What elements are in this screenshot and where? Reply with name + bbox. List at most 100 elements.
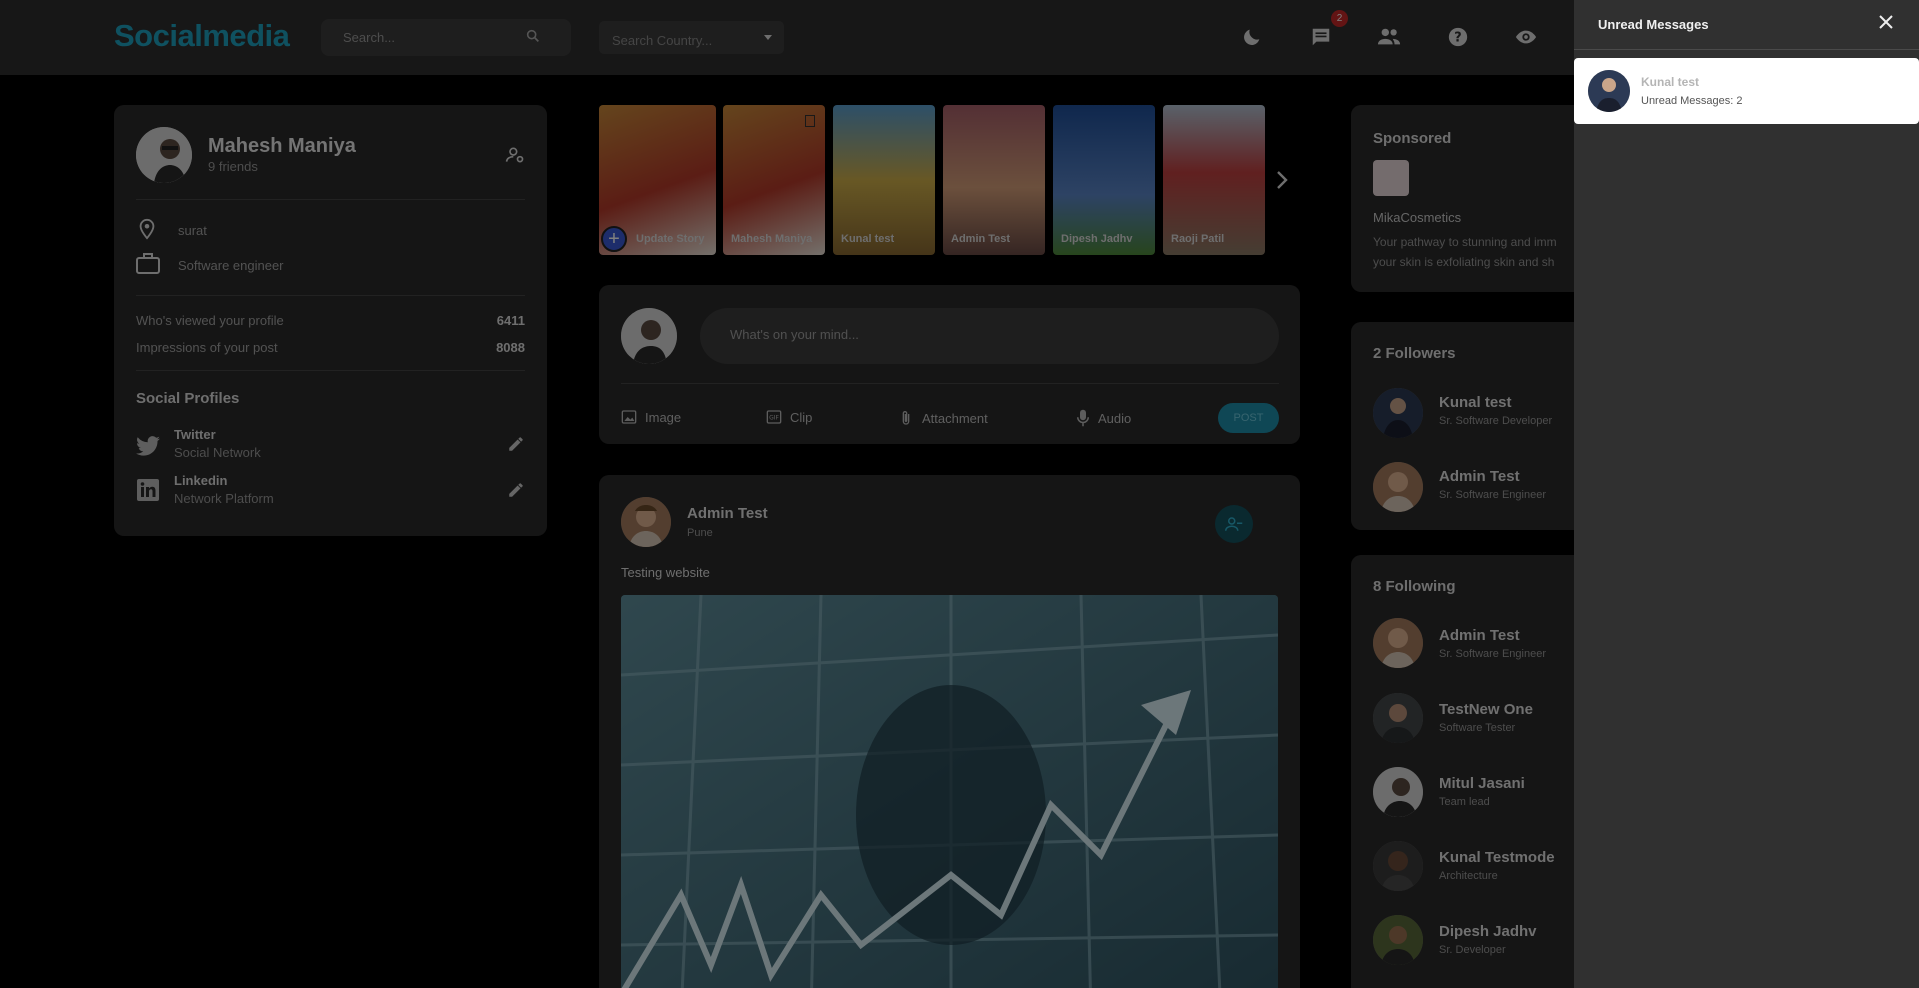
post-button[interactable]: POST [1218, 403, 1279, 433]
message-sender: Kunal test [1641, 75, 1700, 89]
sponsor-logo[interactable] [1373, 160, 1409, 196]
remove-friend-button[interactable] [1215, 505, 1253, 543]
post-image[interactable] [621, 595, 1278, 988]
sponsor-text: Your pathway to stunning and imm [1373, 235, 1557, 249]
divider [621, 383, 1279, 384]
audio-button[interactable]: Audio [1076, 409, 1131, 427]
composer-card: What's on your mind... Image GIF Clip At… [599, 285, 1300, 444]
message-count: Unread Messages: 2 [1641, 95, 1743, 107]
stat-label: Impressions of your post [136, 340, 278, 355]
stat-label: Who's viewed your profile [136, 313, 284, 328]
following-role: Team lead [1439, 796, 1490, 808]
moon-icon[interactable] [1237, 22, 1267, 52]
following-role: Sr. Software Engineer [1439, 648, 1547, 660]
story-card[interactable]: Mahesh Maniya [723, 105, 825, 255]
following-role: Software Tester [1439, 722, 1516, 734]
country-select[interactable]: Search Country... [599, 21, 784, 54]
attachment-button[interactable]: Attachment [898, 409, 988, 427]
divider [136, 370, 525, 371]
post-input[interactable]: What's on your mind... [700, 308, 1279, 364]
following-role: Architecture [1439, 870, 1498, 882]
help-icon[interactable]: ? [1443, 22, 1473, 52]
manage-account-icon[interactable] [505, 145, 525, 170]
sponsor-text: your skin is exfoliating skin and sh [1373, 255, 1555, 269]
divider [1574, 49, 1919, 50]
story-card[interactable]: + Update Story [599, 105, 716, 255]
location-icon [136, 217, 158, 246]
composer-avatar [621, 308, 677, 364]
story-card[interactable]: Raoji Patil [1163, 105, 1265, 255]
social-sub: Network Platform [174, 491, 274, 506]
clip-icon: GIF [766, 410, 782, 424]
following-name[interactable]: Mitul Jasani [1439, 775, 1525, 792]
briefcase-icon [136, 253, 160, 280]
svg-text:GIF: GIF [769, 415, 779, 422]
chevron-down-icon [764, 35, 772, 40]
follower-name[interactable]: Kunal test [1439, 394, 1512, 411]
search-input[interactable]: Search... [321, 19, 571, 56]
following-avatar[interactable] [1373, 767, 1423, 817]
chat-icon[interactable] [1306, 22, 1336, 52]
following-name[interactable]: Kunal Testmode [1439, 849, 1555, 866]
follower-avatar[interactable] [1373, 388, 1423, 438]
follower-avatar[interactable] [1373, 462, 1423, 512]
drawer-title: Unread Messages [1598, 17, 1709, 32]
profile-occupation: Software engineer [178, 258, 284, 273]
story-label: Raoji Patil [1171, 233, 1225, 245]
brand-logo[interactable]: Socialmedia [114, 18, 290, 54]
message-item[interactable]: Kunal test Unread Messages: 2 [1574, 58, 1919, 124]
profile-avatar[interactable] [136, 127, 192, 183]
social-name[interactable]: Twitter [174, 427, 216, 442]
attachment-icon [902, 411, 910, 425]
following-avatar[interactable] [1373, 841, 1423, 891]
follower-role: Sr. Software Developer [1439, 415, 1553, 427]
post-author-avatar[interactable] [621, 497, 671, 547]
country-placeholder: Search Country... [612, 33, 713, 48]
post-text: Testing website [621, 565, 710, 580]
messages-badge: 2 [1331, 10, 1348, 27]
image-button[interactable]: Image [621, 409, 681, 425]
follower-name[interactable]: Admin Test [1439, 468, 1520, 485]
eye-icon[interactable] [1511, 22, 1541, 52]
profile-location: surat [178, 223, 207, 238]
story-label: Update Story [636, 233, 705, 245]
story-label: Kunal test [841, 233, 895, 245]
delete-icon[interactable] [805, 115, 815, 127]
edit-icon[interactable] [507, 435, 525, 458]
story-card[interactable]: Kunal test [833, 105, 935, 255]
post-card: Admin Test Pune Testing website [599, 475, 1300, 988]
people-icon[interactable] [1374, 22, 1404, 52]
social-profiles-title: Social Profiles [136, 390, 240, 407]
message-avatar [1588, 70, 1630, 112]
social-name[interactable]: Linkedin [174, 473, 227, 488]
person-remove-icon [1225, 517, 1243, 531]
post-author-location: Pune [687, 527, 713, 539]
stat-value: 8088 [496, 340, 525, 355]
chevron-right-icon[interactable] [1275, 170, 1289, 195]
followers-title: 2 Followers [1373, 345, 1456, 362]
following-name[interactable]: Admin Test [1439, 627, 1520, 644]
app-root: Socialmedia Search... Search Country... … [0, 0, 1919, 988]
following-title: 8 Following [1373, 578, 1456, 595]
add-story-icon[interactable]: + [601, 226, 627, 252]
following-avatar[interactable] [1373, 693, 1423, 743]
edit-icon[interactable] [507, 481, 525, 504]
search-icon[interactable] [525, 28, 541, 47]
story-card[interactable]: Admin Test [943, 105, 1045, 255]
post-author-name[interactable]: Admin Test [687, 505, 768, 522]
following-name[interactable]: TestNew One [1439, 701, 1533, 718]
clip-button[interactable]: GIF Clip [766, 409, 812, 425]
sponsor-brand[interactable]: MikaCosmetics [1373, 210, 1461, 225]
social-sub: Social Network [174, 445, 261, 460]
following-avatar[interactable] [1373, 915, 1423, 965]
profile-name[interactable]: Mahesh Maniya [208, 135, 356, 158]
svg-text:?: ? [1454, 31, 1461, 46]
audio-label: Audio [1098, 410, 1132, 426]
following-avatar[interactable] [1373, 618, 1423, 668]
story-label: Admin Test [951, 233, 1011, 245]
story-label: Dipesh Jadhv [1061, 233, 1133, 245]
following-name[interactable]: Dipesh Jadhv [1439, 923, 1537, 940]
close-icon[interactable] [1879, 15, 1893, 34]
linkedin-icon [136, 478, 160, 507]
story-card[interactable]: Dipesh Jadhv [1053, 105, 1155, 255]
